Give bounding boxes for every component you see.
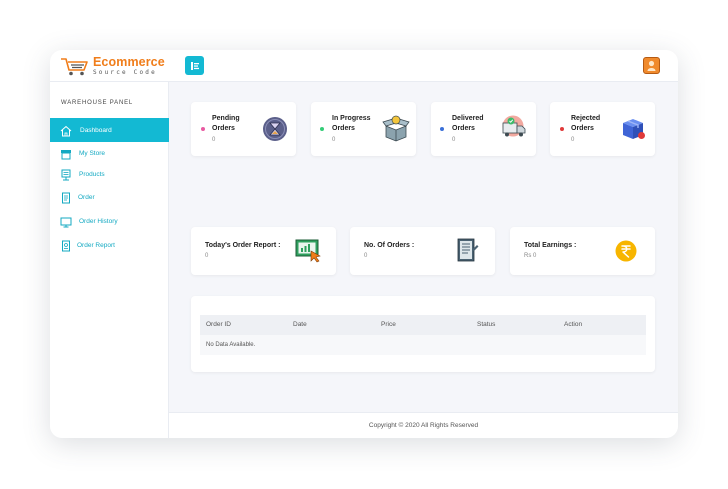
rejected-box-icon bbox=[623, 119, 645, 139]
status-dot bbox=[560, 127, 564, 131]
stat-card-rejected[interactable]: Rejected Orders 0 bbox=[550, 102, 655, 156]
cart-logo-icon bbox=[61, 58, 88, 76]
home-icon bbox=[60, 124, 72, 137]
sidebar-item-my-store[interactable]: My Store bbox=[50, 142, 169, 165]
brand-tagline: Source Code bbox=[93, 68, 157, 76]
sidebar-item-dashboard[interactable]: Dashboard bbox=[50, 118, 169, 142]
delivery-truck-icon bbox=[502, 115, 526, 137]
user-avatar[interactable] bbox=[643, 57, 660, 74]
status-dot bbox=[320, 127, 324, 131]
stat-card-pending[interactable]: Pending Orders 0 bbox=[191, 102, 296, 156]
stat-value: 0 bbox=[212, 137, 216, 143]
summary-value: 0 bbox=[205, 253, 209, 259]
sidebar-item-label: Order Report bbox=[77, 242, 115, 249]
summary-value: Rs 0 bbox=[524, 253, 537, 259]
stat-value: 0 bbox=[571, 137, 575, 143]
table-row: No Data Available. bbox=[200, 335, 646, 355]
summary-card-number-of-orders[interactable]: No. Of Orders : 0 bbox=[350, 227, 495, 275]
monitor-icon bbox=[60, 215, 72, 228]
sidebar-item-order-history[interactable]: Order History bbox=[50, 210, 169, 233]
sidebar-item-order-report[interactable]: Order Report bbox=[50, 234, 169, 257]
products-icon bbox=[60, 168, 72, 181]
footer: Copyright © 2020 All Rights Reserved bbox=[169, 412, 678, 438]
stat-title: In Progress Orders bbox=[332, 115, 371, 132]
store-icon bbox=[60, 147, 72, 160]
stat-card-delivered[interactable]: Delivered Orders 0 bbox=[431, 102, 536, 156]
status-dot bbox=[440, 127, 444, 131]
sidebar: WAREHOUSE PANEL Dashboard My Store Produ… bbox=[50, 82, 169, 438]
column-date[interactable]: Date bbox=[293, 321, 307, 328]
sidebar-item-label: Order bbox=[78, 194, 95, 201]
summary-title: Today's Order Report : bbox=[205, 242, 281, 249]
sidebar-item-label: My Store bbox=[79, 150, 106, 157]
report-icon bbox=[60, 239, 72, 252]
panel-title: WAREHOUSE PANEL bbox=[61, 100, 134, 106]
menu-icon bbox=[190, 61, 199, 70]
summary-card-today-report[interactable]: Today's Order Report : 0 bbox=[191, 227, 336, 275]
summary-value: 0 bbox=[364, 253, 368, 259]
rupee-icon bbox=[615, 240, 637, 262]
copyright-text: Copyright © 2020 All Rights Reserved bbox=[368, 422, 479, 429]
main-content: Pending Orders 0 In Progress Orders 0 De… bbox=[169, 82, 678, 412]
stat-value: 0 bbox=[332, 137, 336, 143]
stat-value: 0 bbox=[452, 137, 456, 143]
stat-title: Rejected Orders bbox=[571, 115, 601, 132]
logo[interactable]: Ecommerce Source Code bbox=[60, 54, 165, 78]
sidebar-item-label: Products bbox=[79, 171, 105, 178]
order-icon bbox=[60, 191, 72, 204]
column-order-id[interactable]: Order ID bbox=[206, 321, 231, 328]
sidebar-item-order[interactable]: Order bbox=[50, 186, 169, 209]
app-window: Ecommerce Source Code WAREHOUSE PANEL Da… bbox=[50, 50, 678, 438]
brand-name: Ecommerce bbox=[93, 55, 165, 70]
hourglass-icon bbox=[263, 117, 287, 141]
stat-card-in-progress[interactable]: In Progress Orders 0 bbox=[311, 102, 416, 156]
stat-title: Pending Orders bbox=[212, 115, 240, 132]
document-icon bbox=[457, 238, 479, 262]
column-price[interactable]: Price bbox=[381, 321, 396, 328]
status-dot bbox=[201, 127, 205, 131]
open-box-icon bbox=[382, 115, 410, 142]
column-status[interactable]: Status bbox=[477, 321, 495, 328]
column-action[interactable]: Action bbox=[564, 321, 582, 328]
sidebar-item-label: Order History bbox=[79, 218, 118, 225]
top-bar: Ecommerce Source Code bbox=[50, 50, 678, 82]
summary-title: Total Earnings : bbox=[524, 242, 577, 249]
sidebar-item-label: Dashboard bbox=[80, 127, 112, 134]
summary-card-total-earnings[interactable]: Total Earnings : Rs 0 bbox=[510, 227, 655, 275]
stat-title: Delivered Orders bbox=[452, 115, 484, 132]
empty-table-message: No Data Available. bbox=[206, 342, 256, 348]
table-header: Order ID Date Price Status Action bbox=[200, 315, 646, 335]
summary-title: No. Of Orders : bbox=[364, 242, 415, 249]
user-icon bbox=[647, 60, 656, 71]
report-chart-icon bbox=[295, 239, 321, 263]
orders-table-card: Order ID Date Price Status Action No Dat… bbox=[191, 296, 655, 372]
sidebar-item-products[interactable]: Products bbox=[50, 163, 169, 186]
menu-toggle-button[interactable] bbox=[185, 56, 204, 75]
